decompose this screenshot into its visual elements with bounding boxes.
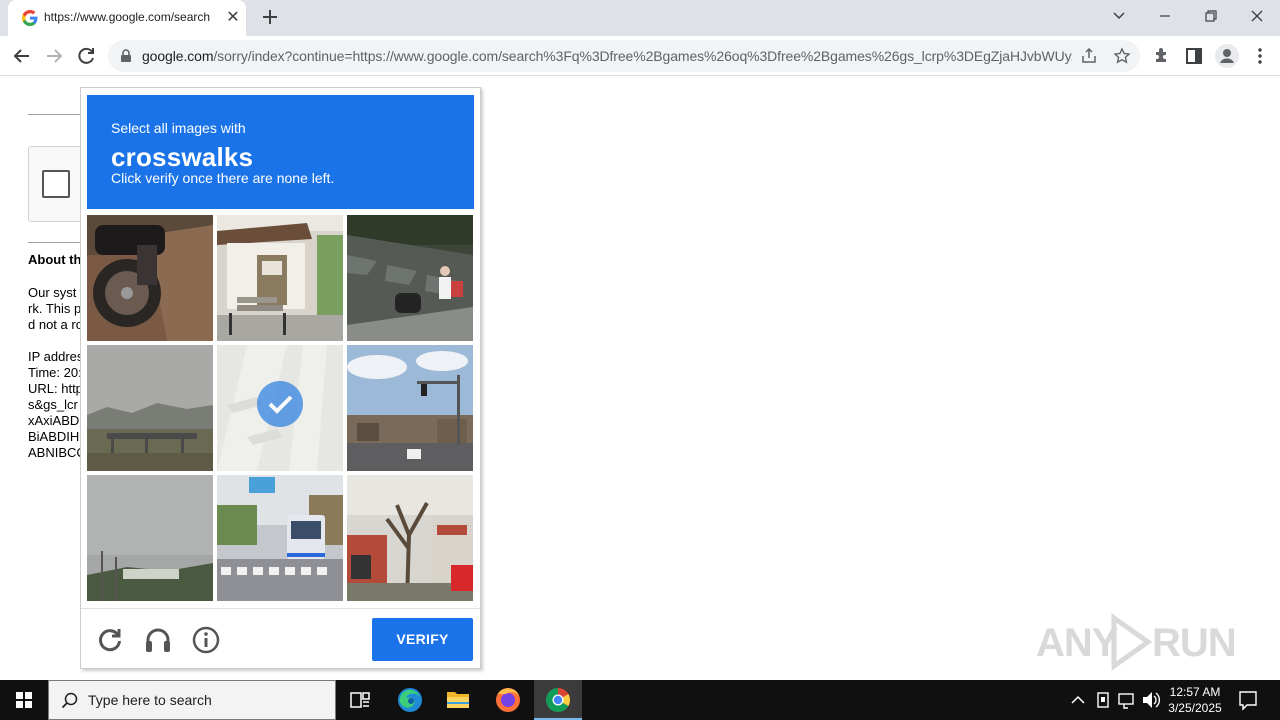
sorry-info-line: xAxiABD: [28, 413, 80, 428]
audio-challenge-icon[interactable]: [143, 625, 173, 655]
task-view-button[interactable]: [336, 680, 384, 720]
recaptcha-anchor-widget[interactable]: [28, 146, 88, 222]
taskbar-chrome[interactable]: [534, 680, 582, 720]
taskbar-edge[interactable]: [386, 680, 434, 720]
browser-tab[interactable]: https://www.google.com/search ✕: [8, 0, 246, 36]
close-window-icon[interactable]: [1234, 0, 1280, 32]
edge-icon: [398, 688, 422, 712]
back-icon[interactable]: [10, 44, 34, 68]
restore-icon[interactable]: [1188, 0, 1234, 32]
sorry-info-line: IP addres: [28, 349, 83, 364]
firefox-icon: [496, 688, 520, 712]
task-view-icon: [350, 692, 370, 708]
taskbar-clock[interactable]: 12:57 AM 3/25/2025: [1160, 684, 1230, 716]
verify-button[interactable]: VERIFY: [372, 618, 473, 661]
sorry-info-line: BiABDIH: [28, 429, 80, 444]
selected-check-icon: [257, 381, 303, 427]
captcha-tile-motorcycle[interactable]: [87, 215, 213, 341]
sorry-info-line: s&gs_lcr: [28, 397, 78, 412]
side-panel-icon[interactable]: [1184, 46, 1204, 66]
tray-device-icon[interactable]: [1093, 680, 1113, 720]
sorry-info-line: URL: http: [28, 381, 83, 396]
captcha-tile-stone-wall-road[interactable]: [347, 215, 473, 341]
folder-icon: [447, 692, 469, 708]
browser-toolbar: google.com/sorry/index?continue=https://…: [0, 36, 1280, 76]
sorry-paragraph-line: rk. This p: [28, 301, 82, 316]
url-host: google.com: [142, 48, 214, 64]
profile-avatar-icon[interactable]: [1215, 44, 1239, 68]
captcha-tile-tree-houses[interactable]: [347, 475, 473, 601]
windows-logo-icon: [16, 692, 32, 708]
captcha-tile-bus-crosswalk[interactable]: [217, 475, 343, 601]
share-icon[interactable]: [1080, 47, 1098, 65]
url-text[interactable]: google.com/sorry/index?continue=https://…: [142, 48, 1072, 64]
challenge-target: crosswalks: [111, 142, 254, 172]
tab-title: https://www.google.com/search: [44, 10, 211, 24]
taskbar-file-explorer[interactable]: [434, 680, 482, 720]
svg-text:ANY: ANY: [1036, 621, 1119, 665]
recaptcha-challenge: Select all images with crosswalks Click …: [80, 87, 481, 669]
address-bar[interactable]: google.com/sorry/index?continue=https://…: [108, 40, 1140, 72]
new-tab-icon[interactable]: [258, 5, 282, 29]
menu-kebab-icon[interactable]: [1250, 46, 1270, 66]
lock-icon[interactable]: [120, 49, 132, 63]
captcha-tile-street-traffic-lights[interactable]: [347, 345, 473, 471]
minimize-icon[interactable]: [1142, 0, 1188, 32]
chrome-icon: [546, 688, 570, 713]
info-help-icon[interactable]: [191, 625, 221, 655]
clock-date: 3/25/2025: [1168, 701, 1222, 715]
svg-text:RUN: RUN: [1152, 621, 1236, 665]
reload-icon[interactable]: [74, 44, 98, 68]
start-button[interactable]: [0, 680, 48, 720]
extensions-icon[interactable]: [1152, 46, 1172, 66]
taskbar-search-box[interactable]: Type here to search: [48, 680, 336, 720]
url-path: /sorry/index?continue=https://www.google…: [213, 48, 1072, 64]
sorry-info-line: Time: 20:: [28, 365, 82, 380]
sorry-heading: About th: [28, 252, 82, 267]
captcha-tile-bridge-landscape[interactable]: [87, 345, 213, 471]
challenge-header: Select all images with crosswalks Click …: [87, 95, 474, 209]
captcha-tile-crosswalk-selected[interactable]: [217, 345, 343, 471]
notification-icon[interactable]: [1236, 680, 1260, 720]
anyrun-watermark: ANY RUN: [1036, 612, 1237, 671]
captcha-tile-highway-sky[interactable]: [87, 475, 213, 601]
windows-taskbar: Type here to search 12:57 AM 3/25/2025: [0, 680, 1280, 720]
sorry-divider-top: [28, 114, 88, 115]
challenge-description: Select all images with: [111, 120, 246, 136]
tab-search-icon[interactable]: [1096, 0, 1142, 32]
bookmark-star-icon[interactable]: [1113, 47, 1131, 65]
tray-chevron-up-icon[interactable]: [1068, 680, 1088, 720]
google-favicon-icon: [22, 10, 38, 26]
sorry-paragraph-line: d not a ro: [28, 317, 83, 332]
volume-icon[interactable]: [1140, 680, 1162, 720]
tab-strip: https://www.google.com/search ✕: [0, 0, 1280, 36]
tab-close-icon[interactable]: ✕: [224, 9, 242, 27]
clock-time: 12:57 AM: [1169, 685, 1221, 699]
challenge-footer-divider: [81, 608, 480, 609]
taskbar-firefox[interactable]: [484, 680, 532, 720]
reload-challenge-icon[interactable]: [95, 625, 125, 655]
forward-icon[interactable]: [42, 44, 66, 68]
taskbar-search-placeholder: Type here to search: [88, 692, 212, 708]
search-icon: [61, 692, 78, 709]
captcha-tile-storefront[interactable]: [217, 215, 343, 341]
challenge-instruction: Click verify once there are none left.: [111, 170, 335, 186]
sorry-paragraph-line: Our syst: [28, 285, 77, 300]
recaptcha-checkbox[interactable]: [42, 170, 70, 198]
network-icon[interactable]: [1116, 680, 1138, 720]
sorry-divider-middle: [28, 242, 88, 243]
sorry-info-line: ABNIBCC: [28, 445, 83, 460]
